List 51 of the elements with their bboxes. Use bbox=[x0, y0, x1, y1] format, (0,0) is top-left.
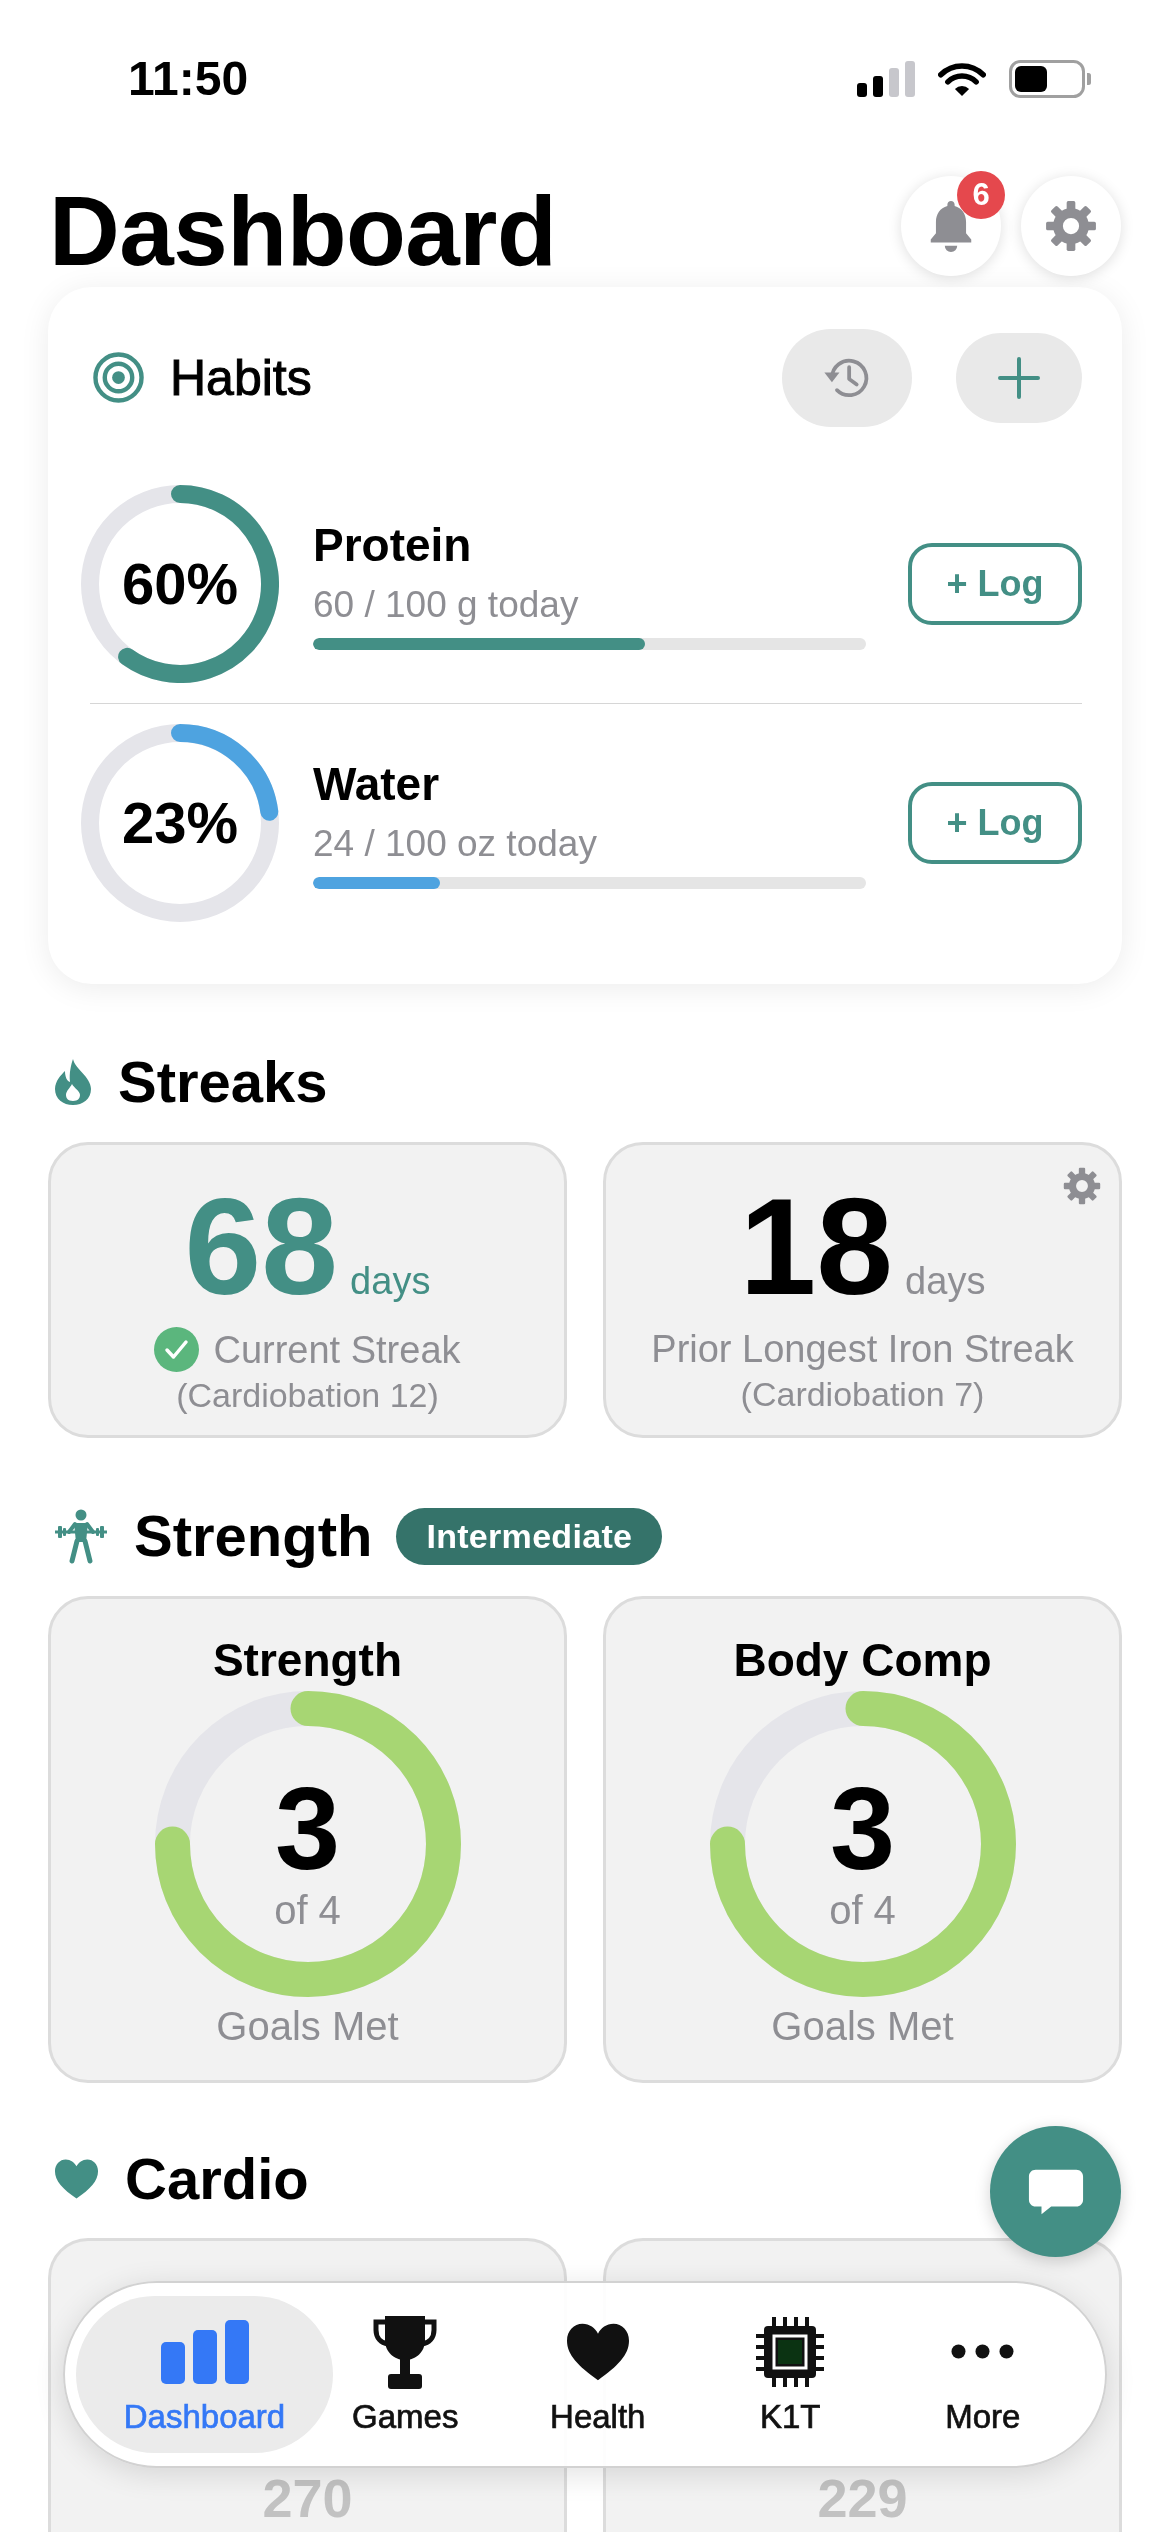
streak-value: 18 bbox=[739, 1179, 894, 1314]
habit-progress-text: 24 / 100 oz today bbox=[313, 822, 597, 866]
percent-label: 60% bbox=[121, 552, 239, 616]
goal-card-title: Strength bbox=[212, 1633, 403, 1687]
streak-detail: (Cardiobation 7) bbox=[740, 1374, 985, 1414]
habit-progress-text: 60 / 100 g today bbox=[313, 583, 579, 627]
signal-icon bbox=[857, 61, 915, 97]
percent-label: 23% bbox=[121, 791, 239, 855]
settings-icon[interactable] bbox=[1063, 1167, 1101, 1205]
page-title: Dashboard bbox=[49, 181, 557, 281]
battery-icon bbox=[1009, 60, 1091, 98]
more-icon bbox=[951, 2344, 1015, 2359]
notification-badge: 6 bbox=[957, 171, 1005, 219]
section-title: Strength bbox=[134, 1506, 373, 1566]
trophy-icon bbox=[371, 2313, 440, 2390]
tab-item[interactable]: More bbox=[945, 2313, 1021, 2436]
streak-unit: days bbox=[350, 1260, 431, 1303]
streak-value: 68 bbox=[184, 1179, 339, 1314]
bar-chart-icon bbox=[160, 2319, 249, 2384]
tab-item[interactable]: Health bbox=[550, 2313, 646, 2436]
section-title: Streaks bbox=[118, 1052, 328, 1112]
status-time: 11:50 bbox=[128, 55, 249, 103]
log-button[interactable]: + Log bbox=[908, 782, 1082, 864]
tab-item[interactable]: K1T bbox=[756, 2313, 825, 2436]
check-circle-icon bbox=[154, 1327, 200, 1372]
habit-name: Protein bbox=[313, 518, 472, 572]
target-icon bbox=[93, 352, 144, 403]
goal-total: of 4 bbox=[274, 1886, 341, 1933]
goal-caption: Goals Met bbox=[216, 2003, 399, 2049]
streak-label: Prior Longest Iron Streak bbox=[651, 1327, 1074, 1371]
goal-value: 3 bbox=[829, 1769, 896, 1887]
settings-icon bbox=[1045, 200, 1097, 252]
goal-caption: Goals Met bbox=[771, 2003, 954, 2049]
streak-label: Current Streak bbox=[213, 1327, 461, 1372]
tab-item[interactable]: Games bbox=[352, 2313, 459, 2436]
weightlifter-icon bbox=[53, 1508, 109, 1564]
goal-card-title: Body Comp bbox=[733, 1633, 992, 1687]
flame-icon bbox=[53, 1057, 93, 1107]
habits-title: Habits bbox=[170, 348, 312, 407]
level-badge: Intermediate bbox=[396, 1507, 663, 1565]
wifi-icon bbox=[938, 61, 986, 97]
chip-icon bbox=[756, 2316, 825, 2387]
section-title: Cardio bbox=[125, 2149, 309, 2209]
streak-unit: days bbox=[905, 1260, 986, 1303]
heart-icon bbox=[53, 2157, 100, 2201]
habit-name: Water bbox=[313, 757, 440, 811]
goal-value: 3 bbox=[274, 1769, 341, 1887]
plus-icon bbox=[998, 356, 1040, 399]
log-button[interactable]: + Log bbox=[908, 543, 1082, 625]
streak-detail: (Cardiobation 12) bbox=[176, 1375, 439, 1415]
goal-total: of 4 bbox=[829, 1886, 896, 1933]
